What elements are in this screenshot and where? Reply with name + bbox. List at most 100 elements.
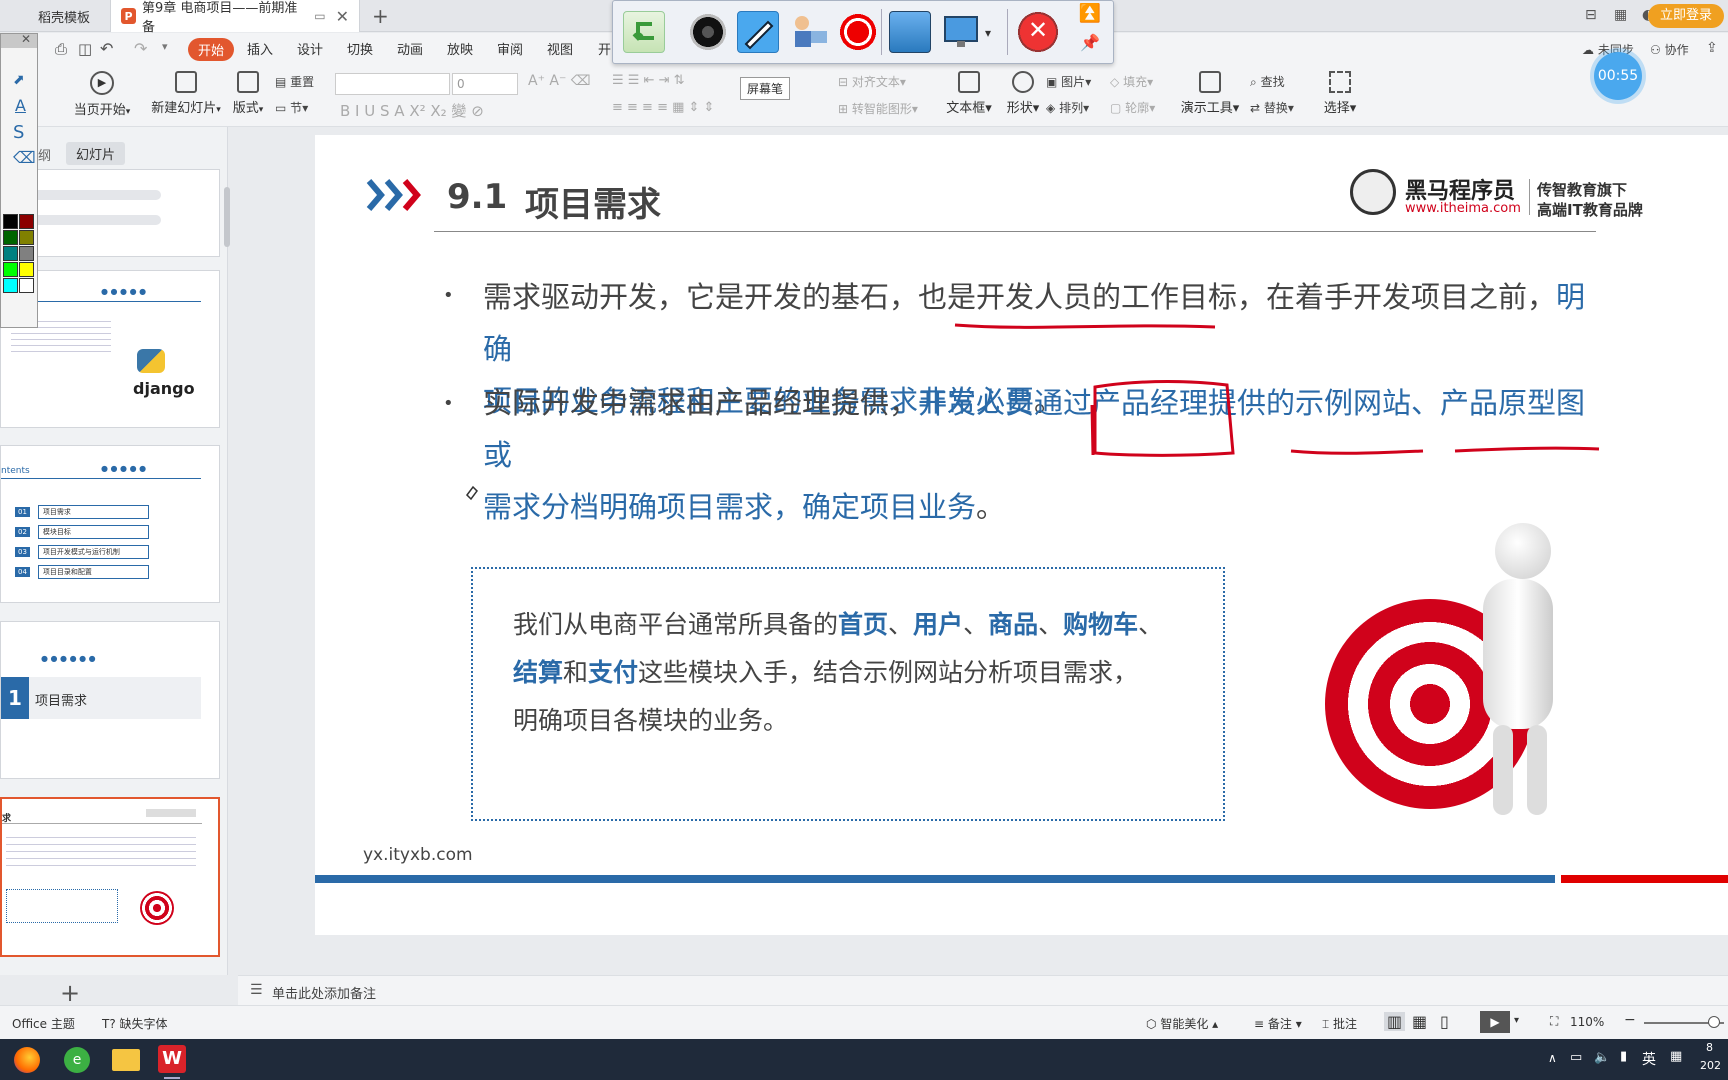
layout-button[interactable]: 版式▾ (228, 71, 268, 116)
menu-review[interactable]: 审阅 (497, 39, 523, 58)
undo-icon[interactable]: ↶ (100, 39, 113, 58)
picture-button[interactable]: ▣ 图片▾ (1046, 73, 1091, 90)
wps-icon[interactable]: W (158, 1045, 186, 1073)
menu-start[interactable]: 开始 (188, 38, 235, 61)
reset-button[interactable]: ▤ 重置 (275, 73, 314, 90)
color-swatch[interactable] (19, 246, 34, 261)
replace-button[interactable]: ⇄ 替换▾ (1250, 99, 1294, 116)
color-swatch[interactable] (19, 262, 34, 277)
color-swatch[interactable] (3, 262, 18, 277)
menu-slideshow[interactable]: 放映 (447, 39, 473, 58)
font-grow-icon[interactable]: A⁺ A⁻ ⌫ (528, 73, 591, 89)
theme-label[interactable]: Office 主题 (12, 1015, 75, 1032)
spotlight-icon[interactable] (687, 11, 729, 53)
section-button[interactable]: ▭ 节▾ (275, 99, 308, 116)
folder-icon[interactable] (112, 1049, 140, 1071)
align-icons[interactable]: ≡ ≡ ≡ ≡ ▦ ⇕ ⇕ (612, 100, 714, 115)
exit-pen-button[interactable] (623, 11, 665, 53)
add-slide-button[interactable]: + (60, 979, 80, 1007)
smart-shape-button[interactable]: ⊞ 转智能图形▾ (838, 100, 918, 117)
clock-time[interactable]: 8 (1706, 1041, 1713, 1054)
slide-thumbnail-4[interactable]: ● ● ● ● ● ● 1 项目需求 (0, 621, 220, 779)
list-icons[interactable]: ☰ ☰ ⇤ ⇥ ⇅ (612, 73, 685, 88)
slide-canvas[interactable]: 9.1 项目需求 黑马程序员 www.itheima.com 传智教育旗下 高端… (315, 135, 1728, 935)
presentation-tools-button[interactable]: 演示工具▾ (1178, 71, 1242, 116)
clock-date[interactable]: 202 (1700, 1059, 1721, 1072)
pin-icon[interactable]: 📌 (1075, 33, 1105, 59)
normal-view-icon[interactable]: ▥ (1384, 1012, 1406, 1031)
tab-slides[interactable]: 幻灯片 (66, 142, 126, 165)
fit-icon[interactable]: ⛶ (1550, 1014, 1558, 1029)
play-from-current-button[interactable]: ▶ 当页开始▾ (70, 71, 134, 118)
color-swatch[interactable] (19, 214, 34, 229)
window-layout-icon[interactable]: ⊟ (1585, 7, 1597, 23)
pen-button[interactable] (737, 11, 779, 53)
menu-design[interactable]: 设计 (297, 39, 323, 58)
login-button[interactable]: 立即登录 (1648, 4, 1724, 28)
missing-font-button[interactable]: T? 缺失字体 (102, 1015, 168, 1032)
comment-button[interactable]: ⌶ 批注 (1322, 1015, 1357, 1032)
text-tool-icon[interactable]: A (15, 96, 26, 115)
reading-view-icon[interactable]: ▯ (1440, 1012, 1449, 1031)
sorter-view-icon[interactable]: ▦ (1412, 1012, 1427, 1031)
fullscreen-icon[interactable] (889, 11, 931, 53)
find-button[interactable]: ⌕ 查找 (1250, 73, 1285, 90)
menu-animation[interactable]: 动画 (397, 39, 423, 58)
print-icon[interactable]: ⎙ (55, 40, 67, 58)
color-swatch[interactable] (3, 230, 18, 245)
keyboard-icon[interactable]: ▦ (1670, 1049, 1682, 1064)
notes-placeholder[interactable]: 单击此处添加备注 (272, 983, 376, 1002)
collapse-up-icon[interactable]: ⏫ (1075, 3, 1105, 29)
chevron-down-icon[interactable]: ▾ (162, 40, 168, 53)
preview-icon[interactable]: ◫ (78, 40, 92, 58)
screen-select-icon[interactable]: ▾ (941, 11, 999, 53)
color-swatch[interactable] (19, 230, 34, 245)
new-tab-button[interactable]: + (362, 0, 399, 32)
firefox-icon[interactable] (14, 1047, 40, 1073)
shape-button[interactable]: 形状▾ (1000, 71, 1046, 116)
chevron-down-icon[interactable]: ▾ (1514, 1015, 1519, 1026)
eraser-icon[interactable]: ⌫ (13, 148, 36, 167)
beautify-button[interactable]: ⬡ 智能美化 ▴ (1146, 1015, 1218, 1032)
tab-docer-templates[interactable]: 稻壳模板 (0, 0, 108, 32)
redo-icon[interactable]: ↷ (134, 39, 147, 58)
color-swatch[interactable] (3, 246, 18, 261)
browser-icon[interactable]: e (64, 1047, 90, 1073)
volume-icon[interactable]: 🔈 (1594, 1050, 1610, 1065)
tray-expand-icon[interactable]: ∧ (1548, 1051, 1557, 1065)
slide-thumbnail-3[interactable]: ntents ● ● ● ● ● 01 项目需求 02 模块目标 03 项目开发模式与… (0, 445, 220, 603)
menu-insert[interactable]: 插入 (247, 39, 273, 58)
font-name-select[interactable] (335, 73, 450, 95)
close-icon[interactable]: ✕ (336, 7, 349, 26)
outline-button[interactable]: ▢ 轮廓▾ (1110, 99, 1155, 116)
arrange-button[interactable]: ◈ 排列▾ (1046, 99, 1089, 116)
ime-indicator[interactable]: 英 (1642, 1049, 1656, 1069)
zoom-slider-thumb[interactable] (1708, 1016, 1720, 1028)
zoom-level[interactable]: 110% (1570, 1015, 1604, 1029)
tab-outline[interactable]: 纲 (38, 145, 51, 164)
mic-icon[interactable]: ▮ (1620, 1049, 1627, 1064)
grid-icon[interactable]: ▦ (1614, 7, 1627, 23)
notes-pane[interactable]: ☰ 单击此处添加备注 (238, 975, 1728, 1005)
menu-transition[interactable]: 切换 (347, 39, 373, 58)
close-icon[interactable]: ✕ (21, 32, 31, 46)
align-text-button[interactable]: ⊟ 对齐文本▾ (838, 73, 906, 90)
zoom-out-icon[interactable]: − (1624, 1012, 1636, 1028)
network-icon[interactable]: ▭ (1570, 1050, 1582, 1065)
menu-more[interactable]: 开 (598, 39, 611, 58)
font-format-icons[interactable]: B I U S A X² X₂ 變 ⊘ (340, 100, 484, 121)
curve-tool-icon[interactable]: S (13, 122, 24, 143)
notes-toggle[interactable]: ≡ 备注 ▾ (1254, 1015, 1302, 1032)
color-swatch[interactable] (3, 278, 18, 293)
share-icon[interactable]: ⇪ (1706, 40, 1718, 56)
fill-button[interactable]: ◇ 填充▾ (1110, 73, 1153, 90)
color-swatch[interactable] (19, 278, 34, 293)
record-icon[interactable] (837, 11, 879, 53)
font-size-select[interactable]: 0 (452, 73, 518, 95)
scrollbar[interactable] (224, 187, 230, 247)
play-button[interactable]: ▶ (1480, 1011, 1510, 1033)
recording-timer[interactable]: 00:55 (1594, 52, 1642, 100)
pointer-icon[interactable]: ⬈ (13, 72, 25, 88)
textbox-button[interactable]: 文本框▾ (944, 71, 994, 116)
slide-thumbnail-5-selected[interactable]: 求 (0, 797, 220, 957)
